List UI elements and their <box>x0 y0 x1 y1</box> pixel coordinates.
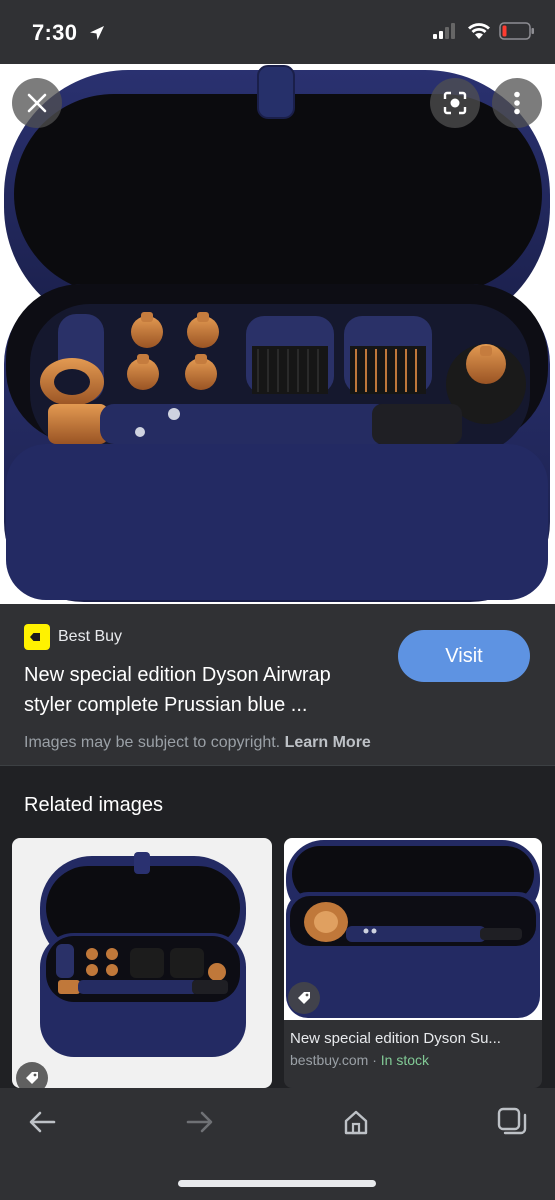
related-image-card[interactable]: New special edition Dyson Su... bestbuy.… <box>284 838 542 1088</box>
related-images-section: Related images New special edition Dyson… <box>0 766 555 1088</box>
related-product-image <box>40 852 246 1057</box>
best-buy-logo-icon <box>24 624 50 650</box>
hero-image[interactable] <box>0 64 555 604</box>
copyright-text: Images may be subject to copyright. <box>24 734 281 751</box>
status-time: 7:30 <box>32 20 78 45</box>
tabs-button[interactable] <box>482 1102 542 1142</box>
related-card-domain: bestbuy.com <box>290 1052 369 1068</box>
close-button[interactable] <box>12 78 62 128</box>
google-lens-button[interactable] <box>430 78 480 128</box>
more-vertical-icon <box>514 91 520 115</box>
source-name: Best Buy <box>58 628 123 645</box>
related-product-image <box>284 838 542 1020</box>
separator-dot: · <box>372 1052 377 1068</box>
product-image <box>4 65 550 602</box>
related-image-card[interactable] <box>12 838 272 1088</box>
result-title[interactable]: New special edition Dyson Airwrap styler… <box>24 660 384 720</box>
status-bar: 7:30 <box>0 0 555 64</box>
related-images-heading: Related images <box>24 794 163 816</box>
more-options-button[interactable] <box>492 78 542 128</box>
copyright-notice: Images may be subject to copyright. Lear… <box>24 734 371 752</box>
back-arrow-icon <box>29 1111 56 1133</box>
visit-button[interactable]: Visit <box>398 630 530 682</box>
close-icon <box>27 93 47 113</box>
tabs-icon <box>497 1107 527 1135</box>
location-arrow-icon <box>90 26 104 40</box>
forward-arrow-icon <box>186 1111 213 1133</box>
home-icon <box>344 1110 368 1135</box>
back-button[interactable] <box>12 1102 72 1142</box>
source-row[interactable]: Best Buy <box>24 624 122 650</box>
home-indicator[interactable] <box>178 1180 376 1187</box>
home-button[interactable] <box>326 1102 386 1142</box>
related-card-title: New special edition Dyson Su... <box>290 1030 501 1047</box>
battery-low-icon <box>499 22 534 40</box>
related-card-subtitle: bestbuy.com · In stock <box>290 1052 429 1068</box>
price-tag-icon <box>288 982 320 1014</box>
price-tag-icon <box>16 1062 48 1088</box>
wifi-icon <box>468 23 490 39</box>
forward-button[interactable] <box>170 1102 230 1142</box>
google-lens-icon <box>443 91 467 115</box>
status-icons <box>433 22 535 40</box>
cellular-signal-icon <box>433 23 455 39</box>
result-info-panel: Best Buy New special edition Dyson Airwr… <box>0 604 555 766</box>
learn-more-link[interactable]: Learn More <box>285 734 371 751</box>
stock-status: In stock <box>380 1052 430 1068</box>
